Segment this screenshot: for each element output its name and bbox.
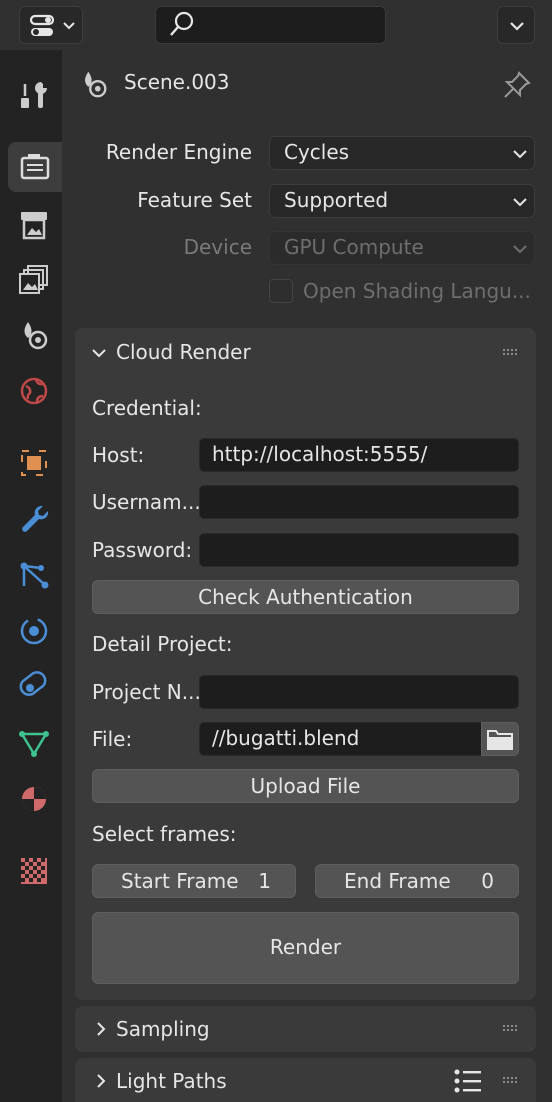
start-frame-field[interactable]: Start Frame 1 xyxy=(92,864,296,898)
tab-material[interactable] xyxy=(8,774,60,824)
tab-data[interactable] xyxy=(8,718,60,768)
cloud-render-panel: Cloud Render Credential: Host: http://lo… xyxy=(75,328,536,1000)
tab-object[interactable] xyxy=(8,438,60,488)
start-frame-value: 1 xyxy=(258,869,271,893)
view-layer-icon xyxy=(19,265,48,294)
chevron-down-icon xyxy=(513,150,527,159)
end-frame-value: 0 xyxy=(481,869,494,893)
tab-tool[interactable] xyxy=(8,70,60,120)
options-dropdown-button[interactable] xyxy=(497,6,535,44)
world-icon xyxy=(20,377,48,405)
properties-main: Scene.003 Render Engine Cycles Feature S… xyxy=(62,50,552,1102)
tab-view-layer[interactable] xyxy=(8,254,60,304)
password-field[interactable] xyxy=(199,533,519,567)
tab-modifiers[interactable] xyxy=(8,494,60,544)
material-icon xyxy=(22,787,46,811)
pin-icon[interactable] xyxy=(502,70,532,100)
render-engine-dropdown[interactable]: Cycles xyxy=(269,136,535,170)
host-field[interactable]: http://localhost:5555/ xyxy=(199,438,519,472)
username-field[interactable] xyxy=(199,485,519,519)
render-engine-value: Cycles xyxy=(284,140,350,164)
project-name-label: Project N... xyxy=(92,680,201,704)
render-button[interactable]: Render xyxy=(92,912,519,984)
context-path: Scene.003 xyxy=(62,50,552,120)
sampling-panel[interactable]: Sampling xyxy=(75,1006,536,1052)
feature-set-label: Feature Set xyxy=(137,188,252,212)
render-icon xyxy=(20,154,50,180)
feature-set-value: Supported xyxy=(284,188,389,212)
device-label: Device xyxy=(183,235,252,259)
properties-editor-icon xyxy=(29,14,75,36)
properties-tab-bar xyxy=(0,50,62,1102)
end-frame-field[interactable]: End Frame 0 xyxy=(315,864,519,898)
cloud-render-title: Cloud Render xyxy=(116,340,251,364)
tab-particles[interactable] xyxy=(8,550,60,600)
username-label: Usernam... xyxy=(92,490,201,514)
host-label: Host: xyxy=(92,443,145,467)
search-icon xyxy=(170,11,194,36)
end-frame-label: End Frame xyxy=(344,869,451,893)
mesh-data-icon xyxy=(19,731,49,757)
editor-type-button[interactable] xyxy=(19,6,83,44)
particles-icon xyxy=(20,562,49,589)
chevron-down-icon xyxy=(510,22,524,31)
file-path-field[interactable]: //bugatti.blend xyxy=(199,722,482,756)
file-label: File: xyxy=(92,727,133,751)
folder-icon xyxy=(487,730,513,750)
password-label: Password: xyxy=(92,538,193,562)
tool-icon xyxy=(21,82,47,108)
open-shading-language-row: Open Shading Langu... xyxy=(269,276,531,306)
tab-physics[interactable] xyxy=(8,606,60,656)
scene-icon xyxy=(85,71,107,98)
upload-file-button[interactable]: Upload File xyxy=(92,769,519,803)
light-paths-panel[interactable]: Light Paths xyxy=(75,1058,536,1102)
drag-handle-icon[interactable] xyxy=(503,1025,519,1033)
output-icon xyxy=(21,212,47,240)
constraints-icon xyxy=(19,671,47,696)
tab-render[interactable] xyxy=(8,142,62,192)
search-input[interactable] xyxy=(155,6,386,44)
device-dropdown: GPU Compute xyxy=(269,231,535,265)
detail-project-heading: Detail Project: xyxy=(92,632,233,656)
light-paths-title: Light Paths xyxy=(116,1069,227,1093)
properties-header xyxy=(0,0,552,50)
start-frame-label: Start Frame xyxy=(121,869,239,893)
object-icon xyxy=(21,450,47,476)
cloud-render-panel-header[interactable]: Cloud Render xyxy=(75,328,536,376)
drag-handle-icon[interactable] xyxy=(503,349,519,357)
check-authentication-button[interactable]: Check Authentication xyxy=(92,580,519,614)
presets-list-icon[interactable] xyxy=(453,1068,483,1094)
feature-set-dropdown[interactable]: Supported xyxy=(269,184,535,218)
physics-icon xyxy=(20,617,48,645)
device-value: GPU Compute xyxy=(284,235,424,259)
context-scene-name: Scene.003 xyxy=(124,70,230,94)
tab-constraints[interactable] xyxy=(8,662,60,712)
scene-icon xyxy=(24,322,48,350)
tab-texture[interactable] xyxy=(8,846,60,896)
tab-output[interactable] xyxy=(8,200,60,250)
chevron-down-icon xyxy=(92,349,106,358)
render-engine-label: Render Engine xyxy=(105,140,252,164)
drag-handle-icon[interactable] xyxy=(503,1077,519,1085)
chevron-down-icon xyxy=(513,198,527,207)
tab-scene[interactable] xyxy=(8,310,60,360)
tab-world[interactable] xyxy=(8,366,60,416)
texture-icon xyxy=(21,858,47,884)
credential-heading: Credential: xyxy=(92,396,202,420)
project-name-field[interactable] xyxy=(199,675,519,709)
chevron-right-icon xyxy=(97,1074,106,1088)
sampling-title: Sampling xyxy=(116,1017,210,1041)
chevron-right-icon xyxy=(97,1022,106,1036)
open-shading-language-checkbox xyxy=(269,279,293,303)
file-browse-button[interactable] xyxy=(481,722,519,756)
open-shading-language-label: Open Shading Langu... xyxy=(303,279,531,303)
chevron-down-icon xyxy=(513,245,527,254)
wrench-icon xyxy=(22,505,49,532)
select-frames-heading: Select frames: xyxy=(92,822,237,846)
